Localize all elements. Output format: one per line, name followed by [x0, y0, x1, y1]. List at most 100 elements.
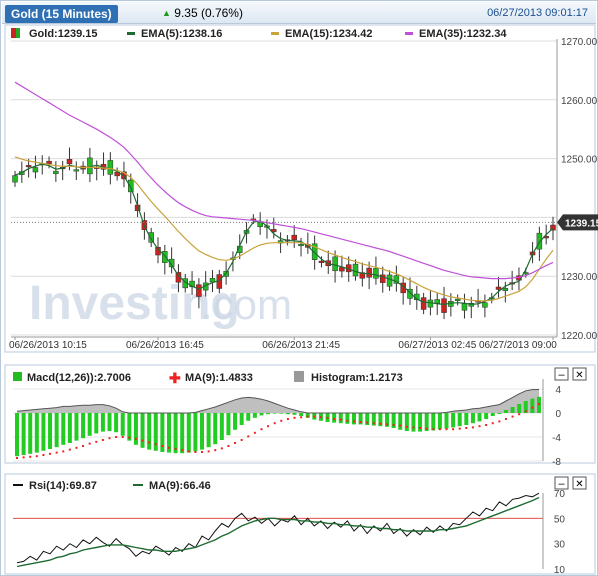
candle-body [32, 167, 39, 173]
macd-signal-point [300, 416, 303, 419]
macd-signal-point [273, 422, 276, 425]
macd-signal-point [42, 454, 45, 456]
candle-body [386, 274, 393, 287]
candle-body [366, 267, 372, 278]
candle-body [373, 268, 379, 279]
macd-bar [351, 413, 356, 425]
macd-bar [147, 413, 152, 450]
macd-bar [444, 413, 449, 429]
y-tick-label: 10 [554, 565, 566, 576]
macd-bar [180, 413, 185, 454]
legend-label: EMA(15):1234.42 [285, 28, 372, 40]
macd-signal-point [55, 451, 58, 454]
macd-bar [186, 413, 191, 453]
minimize-glyph: – [558, 369, 565, 381]
macd-bar [114, 413, 119, 433]
legend-swatch [271, 32, 279, 35]
macd-signal-point [62, 450, 65, 453]
y-tick-label: 70 [554, 489, 566, 500]
macd-signal-point [174, 448, 177, 450]
candle-body [298, 244, 304, 247]
candle-body [66, 159, 73, 165]
macd-signal-point [405, 425, 408, 428]
macd-signal-point [16, 457, 18, 459]
macd-signal-point [227, 445, 230, 447]
macd-signal-point [267, 425, 270, 428]
macd-signal-point [121, 436, 124, 438]
macd-bar [28, 413, 33, 454]
candle-body [25, 165, 32, 168]
candle-body [434, 299, 440, 304]
last-price-tag-label: 1239.15 [565, 218, 598, 229]
macd-bar [470, 413, 475, 424]
macd-bar [166, 413, 171, 453]
legend-label: Rsi(14):69.87 [29, 480, 97, 492]
candle-body [420, 297, 427, 310]
macd-bar [48, 413, 53, 449]
macd-signal-point [432, 428, 435, 431]
legend-symbol-ma: ✚ [169, 370, 181, 386]
macd-signal-point [306, 415, 309, 418]
candle-body [454, 298, 461, 301]
rsi-panel: – ✕Rsi(14):69.87 MA(9):66.4670503010 [4, 473, 596, 576]
macd-bar [464, 413, 469, 425]
macd-signal-point [22, 456, 25, 459]
macd-bar [398, 413, 403, 430]
macd-bar [34, 413, 39, 453]
candle-body [196, 284, 202, 297]
legend-swatch-gold-red [11, 28, 16, 38]
macd-bar [226, 413, 231, 436]
macd-bar [285, 413, 290, 415]
macd-signal-point [379, 422, 382, 425]
legend-label: EMA(35):1232.34 [419, 28, 507, 40]
macd-bar [490, 413, 495, 416]
macd-bar [299, 413, 304, 416]
macd-bar [272, 413, 277, 414]
macd-bar [457, 413, 462, 427]
macd-bar [503, 410, 508, 413]
close-icon: ✕ [575, 479, 583, 490]
macd-signal-point [247, 435, 250, 438]
macd-bar [497, 413, 502, 414]
x-tick-label: 06/27/2013 02:45 [398, 340, 476, 351]
macd-signal-point [458, 427, 461, 430]
x-tick-label: 06/27/2013 09:00 [479, 340, 557, 351]
macd-signal-point [498, 420, 501, 423]
macd-signal-point [234, 442, 237, 444]
macd-signal-point [366, 421, 369, 424]
y-tick-label: 4 [555, 385, 561, 396]
macd-bar [266, 413, 271, 415]
legend-swatch [127, 32, 135, 35]
macd-signal-point [445, 428, 448, 431]
macd-bar [292, 413, 297, 415]
y-tick-label: 1220.00 [561, 331, 598, 342]
macd-signal-point [214, 449, 217, 452]
macd-bar [246, 413, 251, 421]
macd-signal-point [201, 451, 204, 453]
macd-bar [133, 413, 138, 445]
macd-signal-point [280, 419, 283, 422]
close-icon: ✕ [575, 370, 583, 381]
macd-signal-point [531, 406, 534, 409]
macd-signal-point [148, 441, 151, 444]
macd-signal-point [286, 418, 289, 420]
macd-signal-point [101, 439, 104, 441]
macd-bar [87, 413, 92, 436]
macd-bar [484, 413, 489, 419]
macd-bar [345, 413, 350, 424]
legend-label: MA(9):1.4833 [185, 372, 253, 384]
y-tick-label: 1250.00 [561, 155, 598, 166]
macd-signal-point [538, 403, 540, 406]
macd-bar [279, 413, 284, 414]
macd-bar [120, 413, 125, 436]
legend-label: Histogram:1.2173 [311, 372, 403, 384]
macd-bar [338, 413, 343, 424]
legend-swatch-macd [13, 372, 22, 381]
candle-body [46, 160, 52, 164]
macd-signal-point [49, 452, 52, 455]
macd-signal-point [75, 446, 78, 449]
macd-bar [213, 413, 218, 445]
y-tick-label: 50 [554, 514, 566, 525]
y-tick-label: 30 [554, 540, 566, 551]
macd-signal-point [491, 422, 494, 425]
